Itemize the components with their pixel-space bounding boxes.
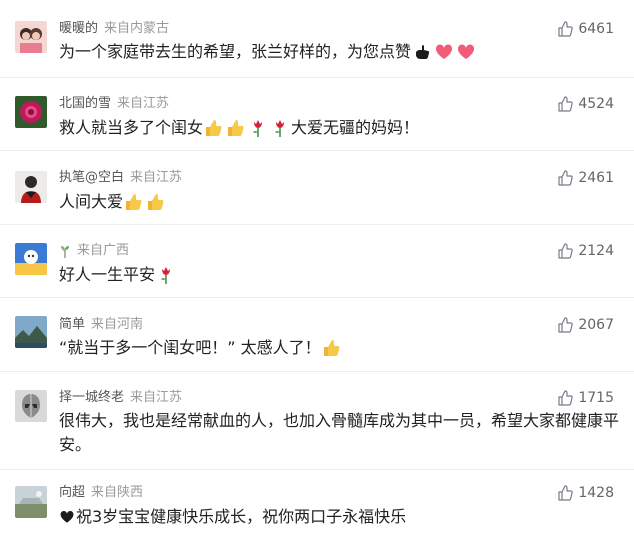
- avatar[interactable]: [15, 96, 47, 128]
- sprout-icon: [61, 245, 69, 258]
- avatar[interactable]: [15, 171, 47, 203]
- like-button[interactable]: 1715: [557, 389, 614, 407]
- like-count: 4524: [578, 96, 614, 112]
- rose-icon: [161, 267, 171, 284]
- thumbs-up-outline-icon: [558, 243, 574, 259]
- comment-body: 很伟大，我也是经常献血的人，也加入骨髓库成为其中一员，希望大家都健康平安。: [59, 411, 620, 454]
- comment-meta: 来自广西: [59, 242, 129, 260]
- comment-meta: 执笔@空白 来自江苏: [59, 169, 182, 187]
- location: 来自河南: [91, 317, 144, 332]
- thumbs-up-outline-icon: [558, 390, 574, 406]
- comment-text: 救人就当多了个闺女 大爱无疆的妈妈！: [59, 116, 619, 140]
- comment-meta: 择一城终老 来自江苏: [59, 389, 182, 407]
- like-count: 2461: [578, 170, 614, 186]
- username[interactable]: 简单: [59, 317, 85, 332]
- comment-item: 暖暖的 来自内蒙古 6461 为一个家庭带去生的希望，张兰好样的，为您点赞: [0, 0, 634, 78]
- location: 来自广西: [77, 243, 130, 258]
- username[interactable]: 向超: [59, 485, 85, 500]
- location: 来自陕西: [91, 485, 144, 500]
- avatar[interactable]: [15, 243, 47, 275]
- comment-meta: 暖暖的 来自内蒙古: [59, 20, 169, 38]
- comment-item: 向超 来自陕西 1428 祝3岁宝宝健康快乐成长，祝你两口子永福快乐: [0, 470, 634, 547]
- comment-meta: 简单 来自河南: [59, 316, 143, 334]
- thumbs-up-outline-icon: [558, 96, 574, 112]
- heart-icon: [457, 44, 475, 59]
- username[interactable]: 暖暖的: [59, 21, 98, 36]
- heart-icon: [435, 44, 453, 59]
- like-count: 1715: [578, 390, 614, 406]
- avatar[interactable]: [15, 390, 47, 422]
- comment-item: 执笔@空白 来自江苏 2461 人间大爱: [0, 151, 634, 225]
- avatar[interactable]: [15, 486, 47, 518]
- location: 来自江苏: [117, 96, 170, 111]
- location: 来自江苏: [130, 170, 183, 185]
- like-button[interactable]: 1428: [557, 484, 614, 502]
- comment-list: 暖暖的 来自内蒙古 6461 为一个家庭带去生的希望，张兰好样的，为您点赞 北国的…: [0, 0, 634, 547]
- comment-text: 人间大爱: [59, 190, 619, 214]
- comment-meta: 北国的雪 来自江苏: [59, 95, 169, 113]
- like-count: 1428: [578, 485, 614, 501]
- thumbs-up-outline-icon: [558, 485, 574, 501]
- comment-item: 来自广西 2124 好人一生平安: [0, 225, 634, 298]
- like-count: 6461: [578, 21, 614, 37]
- comment-body: 好人一生平安: [59, 265, 156, 284]
- like-count: 2067: [578, 317, 614, 333]
- location: 来自内蒙古: [104, 21, 170, 36]
- comment-item: 简单 来自河南 2067 “就当于多一个闺女吧！” 太感人了！: [0, 298, 634, 372]
- comment-text: 祝3岁宝宝健康快乐成长，祝你两口子永福快乐: [59, 505, 619, 529]
- comment-body: “就当于多一个闺女吧！” 太感人了！: [59, 338, 321, 357]
- rose-icon: [275, 120, 285, 137]
- avatar[interactable]: [15, 21, 47, 53]
- like-button[interactable]: 6461: [557, 20, 614, 38]
- thumbs-up-outline-icon: [558, 170, 574, 186]
- thumbs-up-outline-icon: [558, 21, 574, 37]
- thumbs-up-icon: [148, 194, 164, 210]
- like-button[interactable]: 2461: [557, 169, 614, 187]
- like-button[interactable]: 4524: [557, 95, 614, 113]
- pointing-hand-icon: [416, 45, 430, 59]
- comment-body: 人间大爱: [59, 192, 124, 211]
- username[interactable]: 择一城终老: [59, 390, 124, 405]
- comment-text: “就当于多一个闺女吧！” 太感人了！: [59, 336, 619, 360]
- black-heart-icon: [60, 510, 74, 523]
- thumbs-up-icon: [126, 194, 142, 210]
- comment-body-part2: 大爱无疆的妈妈！: [291, 118, 420, 137]
- comment-text: 好人一生平安: [59, 263, 619, 287]
- rose-icon: [253, 120, 263, 137]
- avatar[interactable]: [15, 316, 47, 348]
- location: 来自江苏: [130, 390, 183, 405]
- username[interactable]: 执笔@空白: [59, 170, 124, 185]
- comment-text: 为一个家庭带去生的希望，张兰好样的，为您点赞: [59, 40, 619, 64]
- username[interactable]: 北国的雪: [59, 96, 111, 111]
- thumbs-up-icon: [323, 340, 340, 356]
- comment-body: 为一个家庭带去生的希望，张兰好样的，为您点赞: [59, 42, 412, 61]
- thumbs-up-icon: [206, 120, 222, 136]
- comment-body-part1: 救人就当多了个闺女: [59, 118, 204, 137]
- comment-item: 北国的雪 来自江苏 4524 救人就当多了个闺女 大爱无疆的妈妈！: [0, 78, 634, 151]
- comment-item: 择一城终老 来自江苏 1715 很伟大，我也是经常献血的人，也加入骨髓库成为其中一…: [0, 372, 634, 470]
- thumbs-up-outline-icon: [558, 317, 574, 333]
- comment-body: 祝3岁宝宝健康快乐成长，祝你两口子永福快乐: [76, 507, 407, 526]
- comment-meta: 向超 来自陕西: [59, 484, 143, 502]
- thumbs-up-icon: [228, 120, 244, 136]
- like-button[interactable]: 2124: [557, 242, 614, 260]
- like-count: 2124: [578, 243, 614, 259]
- like-button[interactable]: 2067: [557, 316, 614, 334]
- comment-text: 很伟大，我也是经常献血的人，也加入骨髓库成为其中一员，希望大家都健康平安。: [59, 409, 619, 457]
